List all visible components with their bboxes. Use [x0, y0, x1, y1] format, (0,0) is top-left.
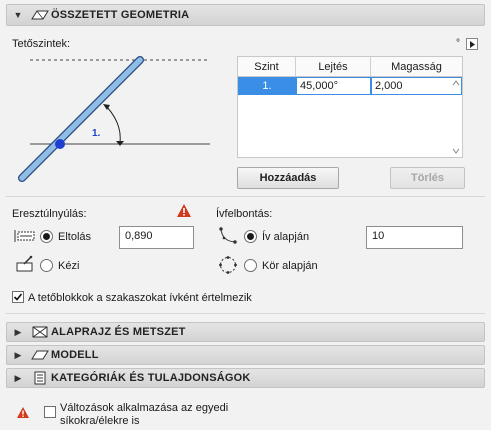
roof-slope-diagram [18, 56, 210, 182]
add-button[interactable]: Hozzáadás [237, 167, 339, 189]
circle-icon [218, 255, 238, 278]
arc-interpretation-checkbox[interactable] [12, 291, 24, 303]
offset-option-label: Eltolás [58, 231, 92, 243]
categories-section-header[interactable]: ▶ KATEGÓRIÁK ÉS TULAJDONSÁGOK [6, 368, 485, 388]
table-scrollbar[interactable] [451, 77, 461, 157]
table-header: Szint Lejtés Magasság [238, 57, 462, 77]
section-title: ALAPRAJZ ÉS METSZET [51, 326, 186, 338]
collapse-chevron-icon[interactable]: ▼ [7, 10, 29, 20]
arc-radio[interactable] [244, 230, 257, 243]
categories-icon [29, 370, 51, 386]
section-title: ÖSSZETETT GEOMETRIA [51, 9, 190, 21]
arc-interpretation-label: A tetőblokkok a szakaszokat ívként értel… [28, 292, 252, 304]
arc-resolution-label: Ívfelbontás: [216, 208, 273, 220]
section-title: MODELL [51, 349, 99, 361]
delete-button[interactable]: Törlés [390, 167, 465, 189]
divider [6, 313, 485, 314]
warning-icon [176, 203, 192, 221]
cell-height[interactable]: 2,000 [371, 77, 462, 95]
offset-icon [14, 228, 36, 247]
cell-slope[interactable]: 45,000° [296, 77, 371, 95]
geometry-section-header[interactable]: ▼ ÖSSZETETT GEOMETRIA [6, 4, 485, 26]
floorplan-section-header[interactable]: ▶ ALAPRAJZ ÉS METSZET [6, 322, 485, 342]
column-header-height[interactable]: Magasság [371, 57, 462, 76]
table-row[interactable]: 1. 45,000° 2,000 [238, 77, 462, 95]
circle-radio[interactable] [244, 259, 257, 272]
offset-value-field[interactable]: 0,890 [119, 226, 194, 249]
cell-level[interactable]: 1. [238, 77, 296, 95]
roof-levels-label: Tetőszintek: [12, 38, 71, 50]
model-section-header[interactable]: ▶ MODELL [6, 345, 485, 365]
options-menu-button[interactable] [466, 38, 478, 50]
manual-radio[interactable] [40, 259, 53, 272]
roof-levels-table[interactable]: Szint Lejtés Magasság 1. 45,000° 2,000 [237, 56, 463, 158]
section-title: KATEGÓRIÁK ÉS TULAJDONSÁGOK [51, 372, 251, 384]
divider [6, 196, 485, 197]
options-symbol: ° [456, 38, 460, 49]
apply-to-planes-label: Változások alkalmazása az egyedi síkokra… [60, 402, 228, 428]
footer-warning-icon [16, 406, 30, 422]
play-arrow-icon [470, 40, 475, 48]
offset-radio[interactable] [40, 230, 53, 243]
circle-option-label: Kör alapján [262, 260, 318, 272]
diagram-level-label: 1. [92, 128, 101, 139]
apply-to-planes-checkbox[interactable] [44, 406, 56, 418]
apply-to-planes-label-line1: Változások alkalmazása az egyedi [60, 402, 229, 414]
manual-icon [14, 255, 36, 276]
manual-option-label: Kézi [58, 260, 80, 272]
arc-icon [218, 226, 238, 249]
expand-arrow-icon[interactable]: ▶ [7, 350, 29, 361]
floorplan-section-icon [29, 324, 51, 340]
model-icon [29, 347, 51, 363]
expand-arrow-icon[interactable]: ▶ [7, 373, 29, 384]
apply-to-planes-label-line2: síkokra/élekre is [60, 415, 140, 427]
checkmark-icon [13, 293, 23, 301]
eave-overhang-label: Eresztúlnyúlás: [12, 208, 87, 220]
expand-arrow-icon[interactable]: ▶ [7, 327, 29, 338]
roof-geometry-icon [29, 7, 51, 23]
arc-resolution-field[interactable]: 10 [366, 226, 463, 249]
arc-option-label: Ív alapján [262, 231, 310, 243]
column-header-level[interactable]: Szint [238, 57, 296, 76]
column-header-slope[interactable]: Lejtés [296, 57, 371, 76]
